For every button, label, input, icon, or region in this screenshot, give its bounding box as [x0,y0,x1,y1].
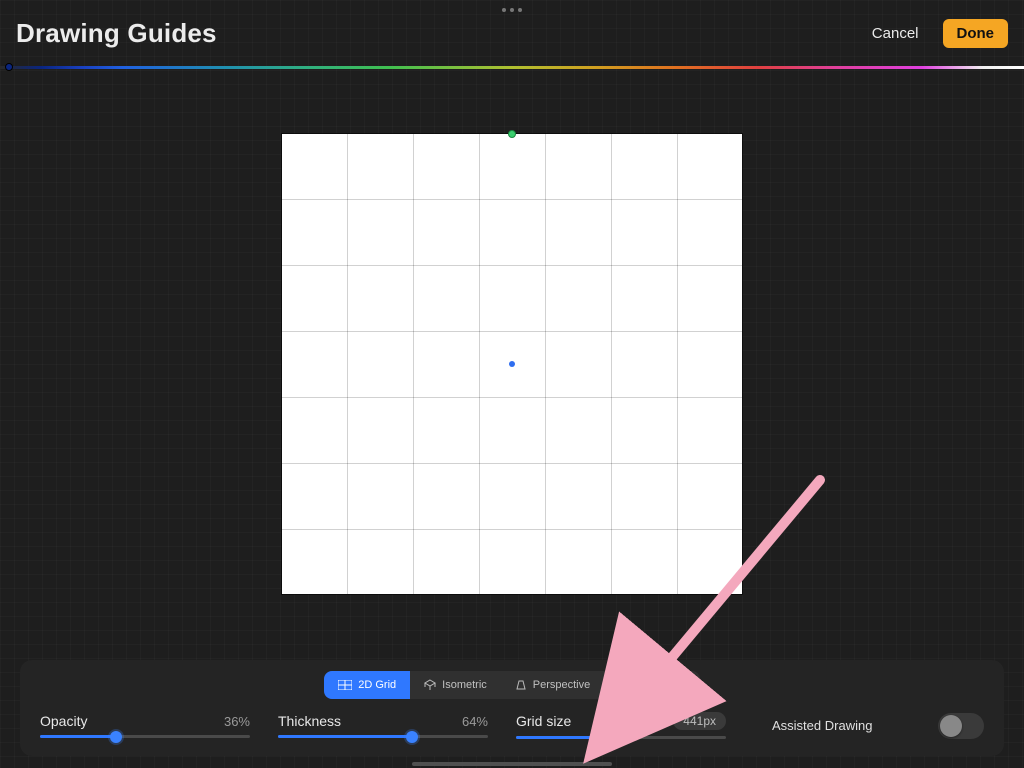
perspective-icon [515,679,527,691]
symmetry-icon [618,680,630,690]
gridsize-slider[interactable] [516,736,726,739]
segment-2d-grid[interactable]: 2D Grid [324,671,410,699]
segment-perspective[interactable]: Perspective [501,671,604,699]
opacity-slider-group: Opacity 36% [40,713,250,738]
opacity-label: Opacity [40,713,87,729]
grid-rotate-handle-icon[interactable] [508,130,516,138]
opacity-value: 36% [224,714,250,729]
canvas-preview[interactable] [282,134,742,594]
toggle-knob-icon [940,715,962,737]
home-indicator-icon [412,762,612,766]
assisted-drawing-toggle[interactable] [938,713,984,739]
grid-icon [338,680,352,690]
guide-type-segmented-control: 2D Grid Isometric Perspective Symmetry [40,670,984,700]
segment-label: Perspective [533,679,590,691]
segment-isometric[interactable]: Isometric [410,671,501,699]
thickness-label: Thickness [278,713,341,729]
gridsize-slider-group: Grid size 441px [516,712,726,739]
cancel-button[interactable]: Cancel [862,19,929,48]
segment-label: 2D Grid [358,679,396,691]
header-bar: Drawing Guides Cancel Done [0,0,1024,66]
page-title: Drawing Guides [16,18,217,49]
opacity-slider[interactable] [40,735,250,738]
slider-thumb-icon[interactable] [598,732,610,744]
gridsize-label: Grid size [516,713,571,729]
segment-label: Isometric [442,679,487,691]
gridsize-value[interactable]: 441px [673,712,726,730]
grid-center-handle-icon[interactable] [509,361,515,367]
thickness-slider[interactable] [278,735,488,738]
segment-symmetry[interactable]: Symmetry [604,671,700,699]
slider-thumb-icon[interactable] [406,731,418,743]
assisted-drawing-group: Assisted Drawing [754,713,984,739]
slider-thumb-icon[interactable] [110,731,122,743]
assisted-drawing-label: Assisted Drawing [772,718,872,733]
canvas-area [0,69,1024,658]
done-button[interactable]: Done [943,19,1009,48]
thickness-value: 64% [462,714,488,729]
segment-label: Symmetry [636,679,686,691]
cube-icon [424,679,436,691]
bottom-controls-panel: 2D Grid Isometric Perspective Symmetry [20,660,1004,756]
thickness-slider-group: Thickness 64% [278,713,488,738]
